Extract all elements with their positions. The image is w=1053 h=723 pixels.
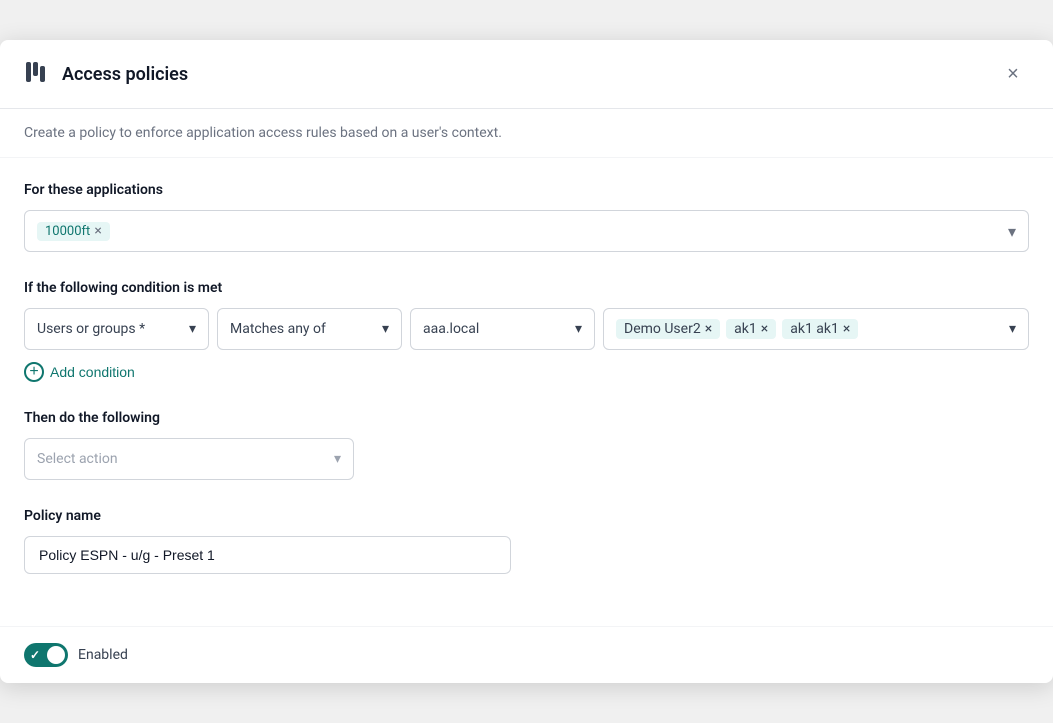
app-tag-label: 10000ft <box>45 224 90 239</box>
enabled-toggle[interactable]: ✓ <box>24 643 68 667</box>
policy-name-section: Policy name <box>24 508 1029 574</box>
action-section: Then do the following Select action ▾ <box>24 410 1029 480</box>
action-placeholder: Select action <box>37 451 118 467</box>
value-tag-remove-ak1[interactable]: × <box>761 322 768 336</box>
matches-dropdown[interactable]: Matches any of ▾ <box>217 308 402 350</box>
value-tag-demo-user2: Demo User2 × <box>616 319 720 339</box>
modal-body: For these applications 10000ft × ▾ If th… <box>0 158 1053 626</box>
condition-row: Users or groups * ▾ Matches any of ▾ aaa… <box>24 308 1029 350</box>
users-groups-label: Users or groups * <box>37 321 145 337</box>
action-dropdown[interactable]: Select action ▾ <box>24 438 354 480</box>
value-tag-ak1-ak1: ak1 ak1 × <box>782 319 858 339</box>
toggle-section: ✓ Enabled <box>0 626 1053 683</box>
users-groups-dropdown[interactable]: Users or groups * ▾ <box>24 308 209 350</box>
applications-label: For these applications <box>24 182 1029 198</box>
matches-label: Matches any of <box>230 321 326 337</box>
add-condition-icon: + <box>24 362 44 382</box>
condition-label: If the following condition is met <box>24 280 1029 296</box>
domain-chevron-icon: ▾ <box>575 321 582 337</box>
app-tag-10000ft: 10000ft × <box>37 222 110 241</box>
action-label: Then do the following <box>24 410 1029 426</box>
value-tag-ak1: ak1 × <box>726 319 776 339</box>
applications-section: For these applications 10000ft × ▾ <box>24 182 1029 252</box>
add-condition-label: Add condition <box>50 364 135 380</box>
matches-chevron-icon: ▾ <box>382 321 389 337</box>
toggle-slider: ✓ <box>24 643 68 667</box>
policy-name-label: Policy name <box>24 508 1029 524</box>
value-tag-label: ak1 ak1 <box>790 321 839 337</box>
value-tag-label: Demo User2 <box>624 321 701 337</box>
value-tag-remove-ak1-ak1[interactable]: × <box>843 322 850 336</box>
close-button[interactable]: × <box>997 58 1029 90</box>
value-tag-remove-demo-user2[interactable]: × <box>705 322 712 336</box>
policy-name-input[interactable] <box>24 536 511 574</box>
modal-title: Access policies <box>62 64 188 85</box>
values-left: Demo User2 × ak1 × ak1 ak1 × <box>616 319 1001 339</box>
domain-dropdown[interactable]: aaa.local ▾ <box>410 308 595 350</box>
add-condition-button[interactable]: + Add condition <box>24 362 135 382</box>
header-left: Access policies <box>24 58 188 90</box>
condition-section: If the following condition is met Users … <box>24 280 1029 382</box>
action-chevron-icon: ▾ <box>334 451 341 467</box>
domain-label: aaa.local <box>423 321 479 337</box>
values-dropdown[interactable]: Demo User2 × ak1 × ak1 ak1 × ▾ <box>603 308 1029 350</box>
app-tag-remove[interactable]: × <box>94 224 101 238</box>
logo-icon <box>24 58 52 90</box>
modal-subtitle: Create a policy to enforce application a… <box>0 109 1053 158</box>
modal-header: Access policies × <box>0 40 1053 109</box>
applications-dropdown[interactable]: 10000ft × ▾ <box>24 210 1029 252</box>
users-groups-chevron-icon: ▾ <box>189 321 196 337</box>
values-chevron-icon: ▾ <box>1009 321 1016 337</box>
app-select-left: 10000ft × <box>37 222 110 241</box>
access-policies-modal: Access policies × Create a policy to enf… <box>0 40 1053 683</box>
value-tag-label: ak1 <box>734 321 757 337</box>
app-dropdown-chevron-icon: ▾ <box>1008 222 1016 241</box>
toggle-label: Enabled <box>78 647 128 663</box>
toggle-check-icon: ✓ <box>30 648 40 662</box>
